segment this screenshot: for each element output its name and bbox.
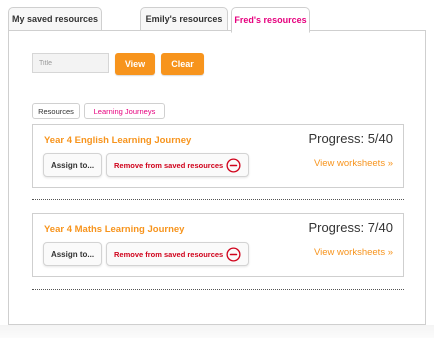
view-button[interactable]: View — [115, 53, 155, 75]
remove-from-saved-button[interactable]: Remove from saved resources — [106, 153, 249, 177]
assign-to-button[interactable]: Assign to... — [43, 153, 102, 177]
resource-card: Year 4 Maths Learning Journey Progress: … — [32, 213, 404, 277]
title-filter-input[interactable] — [32, 53, 109, 73]
remove-label: Remove from saved resources — [114, 160, 224, 170]
view-worksheets-link[interactable]: View worksheets » — [314, 247, 393, 258]
clear-button-label: Clear — [171, 59, 194, 69]
tab-freds-resources[interactable]: Fred's resources — [231, 7, 310, 33]
remove-from-saved-button[interactable]: Remove from saved resources — [106, 242, 249, 266]
tab-label: Emily's resources — [145, 14, 223, 24]
remove-label: Remove from saved resources — [114, 249, 224, 259]
assign-to-label: Assign to... — [50, 160, 95, 170]
clear-button[interactable]: Clear — [161, 53, 204, 75]
page-footer-shade — [0, 325, 434, 338]
resource-title[interactable]: Year 4 English Learning Journey — [44, 135, 191, 146]
assign-to-button[interactable]: Assign to... — [43, 242, 102, 266]
assign-to-label: Assign to... — [50, 249, 95, 259]
learning-journeys-type-label: Learning Journeys — [93, 106, 156, 116]
resource-title[interactable]: Year 4 Maths Learning Journey — [44, 224, 184, 235]
minus-circle-icon — [226, 247, 241, 262]
divider — [32, 289, 404, 290]
tab-label: Fred's resources — [234, 15, 307, 25]
tab-label: My saved resources — [11, 14, 99, 24]
tab-my-saved-resources[interactable]: My saved resources — [8, 7, 102, 31]
minus-circle-icon — [226, 158, 241, 173]
resources-panel: View Clear Resources Learning Journeys Y… — [8, 30, 426, 325]
learning-journeys-type-button[interactable]: Learning Journeys — [84, 103, 165, 119]
resources-type-button[interactable]: Resources — [32, 103, 80, 119]
resource-card: Year 4 English Learning Journey Progress… — [32, 124, 404, 188]
view-worksheets-link[interactable]: View worksheets » — [314, 158, 393, 169]
view-button-label: View — [124, 59, 146, 69]
divider — [32, 199, 404, 200]
resource-progress: Progress: 7/40 — [308, 220, 393, 235]
tab-emilys-resources[interactable]: Emily's resources — [140, 7, 228, 31]
resources-type-label: Resources — [38, 106, 74, 116]
resource-progress: Progress: 5/40 — [308, 131, 393, 146]
